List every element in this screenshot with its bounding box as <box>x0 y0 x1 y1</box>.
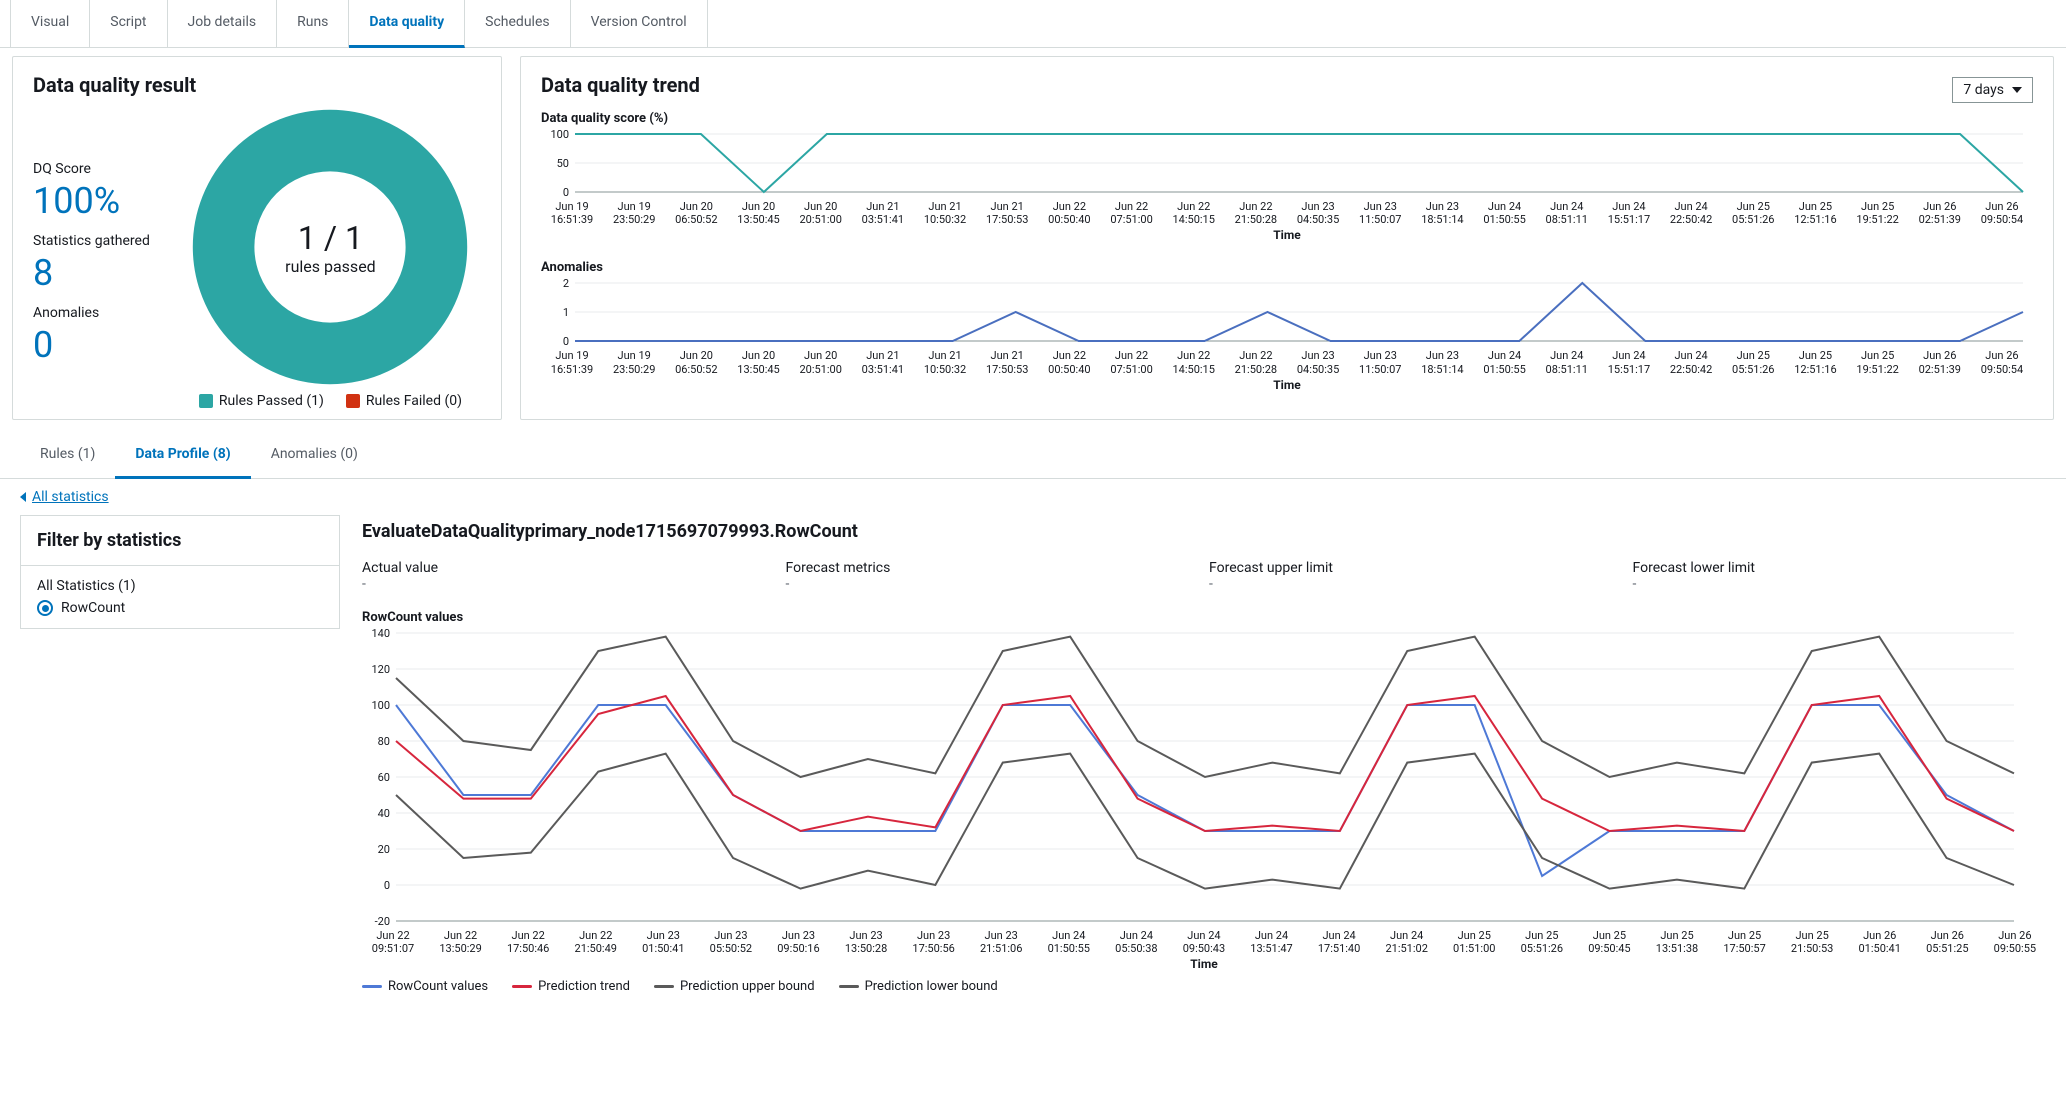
svg-text:80: 80 <box>378 735 390 748</box>
detail-title: EvaluateDataQualityprimary_node171569707… <box>362 521 2046 542</box>
anom-value: 0 <box>33 327 150 363</box>
svg-text:0: 0 <box>563 335 569 347</box>
chevron-left-icon <box>20 492 26 502</box>
dq-trend-title: Data quality trend <box>541 73 700 97</box>
rc-x-axis: Jun 2209:51:07Jun 2213:50:29Jun 2217:50:… <box>362 929 2046 955</box>
svg-text:0: 0 <box>384 879 390 892</box>
stat-option-label: RowCount <box>61 600 125 616</box>
svg-text:2: 2 <box>563 277 569 290</box>
svg-text:50: 50 <box>557 157 569 170</box>
donut-chart: 1 / 1 rules passed <box>190 107 470 387</box>
sec-tab-data-profile-8-[interactable]: Data Profile (8) <box>115 432 250 479</box>
anom-chart-title: Anomalies <box>541 260 2033 275</box>
svg-text:100: 100 <box>371 699 390 712</box>
time-range-value: 7 days <box>1963 82 2004 98</box>
svg-text:100: 100 <box>550 128 569 141</box>
stats-label: Statistics gathered <box>33 233 150 249</box>
stat-option-rowcount[interactable]: RowCount <box>37 600 323 616</box>
filter-all: All Statistics (1) <box>37 578 323 594</box>
tab-version-control[interactable]: Version Control <box>571 0 708 47</box>
svg-text:120: 120 <box>371 663 390 676</box>
radio-icon <box>37 600 53 616</box>
score-chart-title: Data quality score (%) <box>541 111 2033 126</box>
sec-tab-rules-1-[interactable]: Rules (1) <box>20 432 115 478</box>
dq-metrics: DQ Score 100% Statistics gathered 8 Anom… <box>33 153 150 363</box>
svg-text:0: 0 <box>563 186 569 198</box>
legend-passed: Rules Passed (1) <box>219 393 324 409</box>
svg-text:-20: -20 <box>375 915 390 927</box>
tab-runs[interactable]: Runs <box>277 0 349 47</box>
filter-title: Filter by statistics <box>20 515 340 565</box>
svg-text:1: 1 <box>563 306 569 319</box>
legend-failed: Rules Failed (0) <box>366 393 462 409</box>
score-time-label: Time <box>541 228 2033 242</box>
anom-label: Anomalies <box>33 305 150 321</box>
tab-schedules[interactable]: Schedules <box>465 0 570 47</box>
rc-time-label: Time <box>362 957 2046 971</box>
tab-job-details[interactable]: Job details <box>168 0 278 47</box>
chevron-down-icon <box>2012 87 2022 93</box>
back-all-statistics[interactable]: All statistics <box>0 479 2066 515</box>
donut-legend: Rules Passed (1) Rules Failed (0) <box>199 393 462 409</box>
detail-metrics: Actual value-Forecast metrics-Forecast u… <box>362 560 2046 592</box>
dq-score-chart: 0 50 100 <box>541 128 2033 198</box>
svg-text:20: 20 <box>378 843 390 856</box>
secondary-tabs: Rules (1)Data Profile (8)Anomalies (0) <box>0 432 2066 479</box>
back-label: All statistics <box>32 489 109 505</box>
score-x-axis: Jun 1916:51:39Jun 1923:50:29Jun 2006:50:… <box>541 200 2033 226</box>
detail-panel: EvaluateDataQualityprimary_node171569707… <box>362 515 2046 994</box>
rc-chart-title: RowCount values <box>362 610 2046 625</box>
svg-text:60: 60 <box>378 771 390 784</box>
svg-text:140: 140 <box>371 627 390 640</box>
tab-visual[interactable]: Visual <box>10 0 90 47</box>
dq-result-title: Data quality result <box>33 73 481 97</box>
top-tabs: VisualScriptJob detailsRunsData qualityS… <box>0 0 2066 48</box>
donut-small: rules passed <box>285 257 376 276</box>
svg-text:40: 40 <box>378 807 390 820</box>
tab-script[interactable]: Script <box>90 0 167 47</box>
tab-data-quality[interactable]: Data quality <box>349 0 465 48</box>
dq-result-panel: Data quality result DQ Score 100% Statis… <box>12 56 502 420</box>
rowcount-chart: -20 0 20 40 60 80 100 120 140 <box>362 627 2046 927</box>
score-value: 100% <box>33 183 150 219</box>
anom-chart: 0 1 2 <box>541 277 2033 347</box>
filter-panel: Filter by statistics All Statistics (1) … <box>20 515 340 994</box>
rc-legend: RowCount valuesPrediction trendPredictio… <box>362 979 2046 994</box>
donut-big: 1 / 1 <box>298 219 363 257</box>
anom-time-label: Time <box>541 378 2033 392</box>
dq-trend-panel: Data quality trend 7 days Data quality s… <box>520 56 2054 420</box>
stats-value: 8 <box>33 255 150 291</box>
sec-tab-anomalies-0-[interactable]: Anomalies (0) <box>251 432 378 478</box>
score-label: DQ Score <box>33 161 150 177</box>
time-range-dropdown[interactable]: 7 days <box>1952 77 2033 103</box>
anom-x-axis: Jun 1916:51:39Jun 1923:50:29Jun 2006:50:… <box>541 349 2033 375</box>
